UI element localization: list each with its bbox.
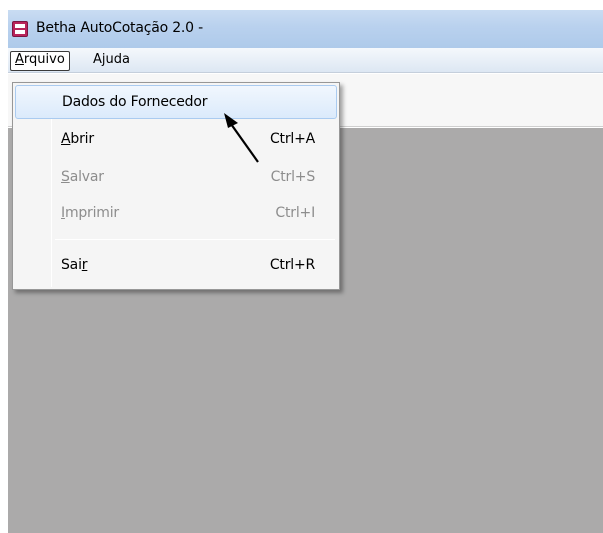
menu-item-sair-label: Sair xyxy=(61,257,88,273)
menu-item-salvar-label: Salvar xyxy=(61,169,104,185)
application-icon[interactable] xyxy=(12,21,28,37)
menu-item-salvar[interactable]: Salvar Ctrl+S xyxy=(15,161,337,195)
menu-item-imprimir-shortcut: Ctrl+I xyxy=(275,205,315,221)
menu-item-sair[interactable]: Sair Ctrl+R xyxy=(15,249,337,283)
menu-ajuda[interactable]: Ajuda xyxy=(88,51,135,71)
menu-arquivo-label: rquivo xyxy=(23,52,65,67)
menu-item-dados-label: Dados do Fornecedor xyxy=(62,94,208,110)
menu-item-salvar-shortcut: Ctrl+S xyxy=(270,169,316,185)
menu-arquivo[interactable]: Arquivo xyxy=(10,51,70,71)
menu-item-dados-do-fornecedor[interactable]: Dados do Fornecedor xyxy=(15,85,337,119)
title-bar[interactable]: Betha AutoCotação 2.0 - xyxy=(8,10,603,48)
window-title: Betha AutoCotação 2.0 - xyxy=(36,20,203,36)
arquivo-dropdown-menu: Dados do Fornecedor Abrir Ctrl+A Salvar … xyxy=(12,82,340,290)
menu-item-abrir[interactable]: Abrir Ctrl+A xyxy=(15,123,337,157)
menu-item-sair-shortcut: Ctrl+R xyxy=(269,257,315,273)
menu-item-imprimir[interactable]: Imprimir Ctrl+I xyxy=(15,197,337,231)
menu-item-abrir-shortcut: Ctrl+A xyxy=(269,131,315,147)
menu-item-abrir-label: Abrir xyxy=(61,131,94,147)
menu-bar: Arquivo Ajuda xyxy=(8,48,603,73)
menu-item-imprimir-label: Imprimir xyxy=(61,205,119,221)
menu-arquivo-mnemonic: A xyxy=(15,52,24,67)
menu-separator xyxy=(55,239,335,240)
